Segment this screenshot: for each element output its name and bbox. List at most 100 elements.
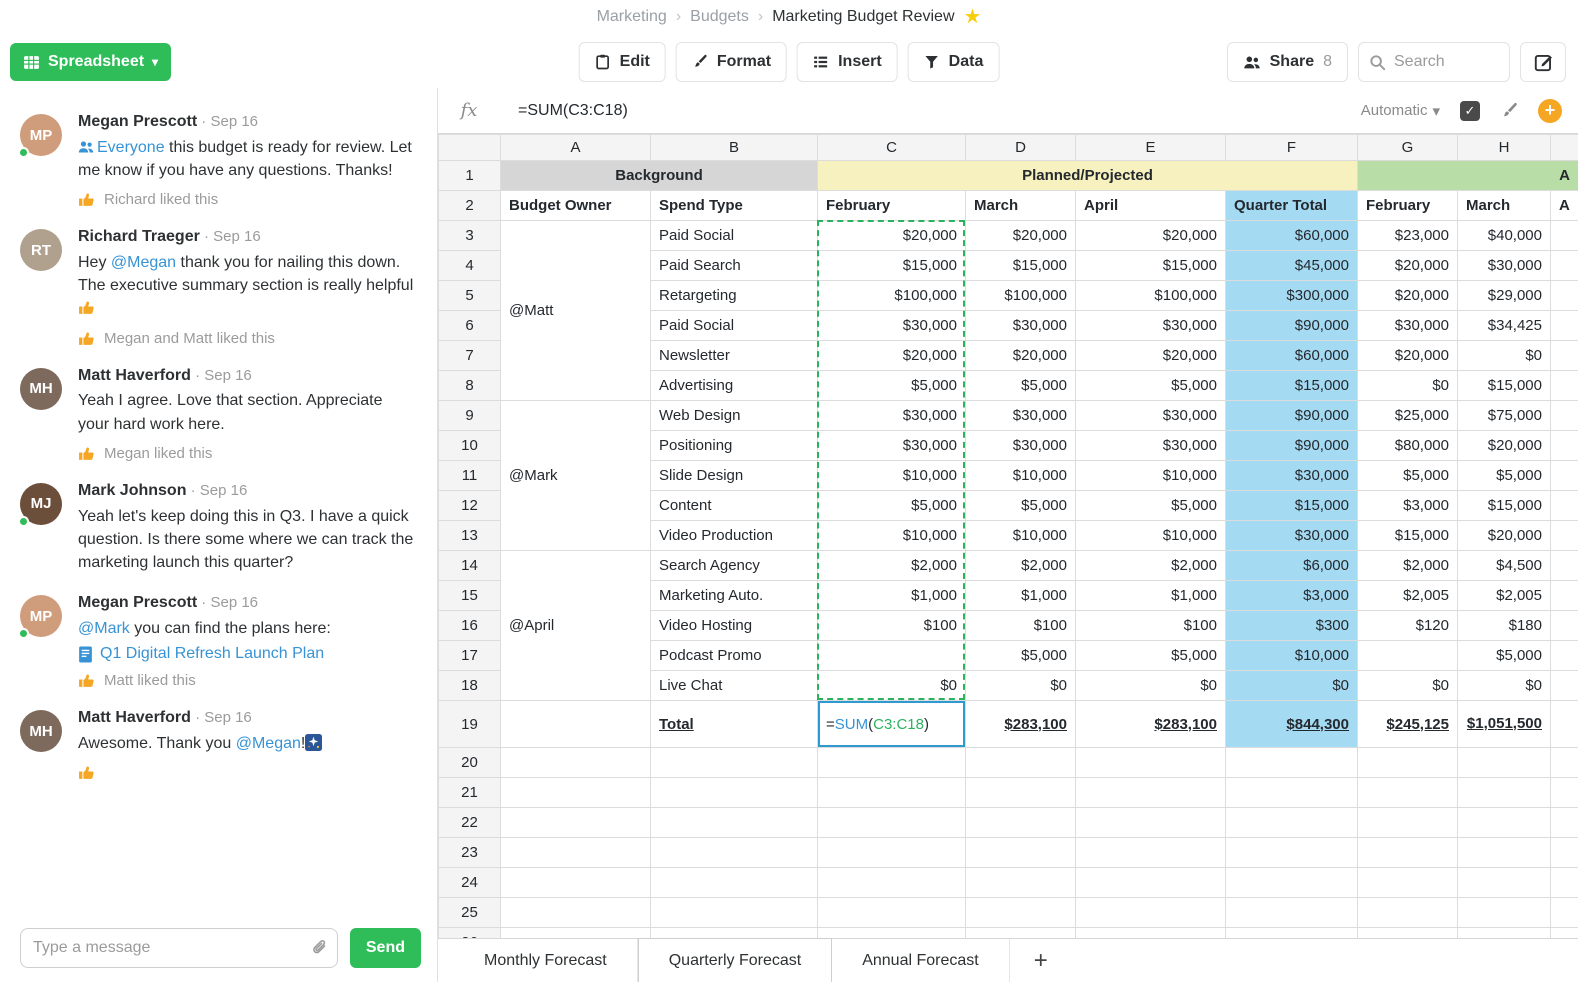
mention[interactable]: @Megan <box>236 735 301 752</box>
cell[interactable]: $120 <box>1358 611 1458 641</box>
cell[interactable]: $80,000 <box>1358 431 1458 461</box>
row-header[interactable]: 26 <box>439 928 501 939</box>
cell[interactable] <box>1551 748 1578 778</box>
cell[interactable]: $23,000 <box>1358 221 1458 251</box>
cell[interactable] <box>818 641 966 671</box>
owner-cell[interactable]: @Matt <box>501 221 651 401</box>
cell[interactable] <box>818 868 966 898</box>
cell[interactable] <box>1458 898 1551 928</box>
cell[interactable] <box>1551 431 1578 461</box>
cell[interactable] <box>1226 778 1358 808</box>
row-header[interactable]: 15 <box>439 581 501 611</box>
row-header[interactable]: 12 <box>439 491 501 521</box>
cell[interactable] <box>1226 898 1358 928</box>
cell[interactable]: $100 <box>818 611 966 641</box>
cell[interactable]: $30,000 <box>966 311 1076 341</box>
cell[interactable]: $100,000 <box>966 281 1076 311</box>
select-all-corner[interactable] <box>439 135 501 161</box>
cell[interactable]: $15,000 <box>1458 371 1551 401</box>
cell[interactable] <box>1551 928 1578 939</box>
spend-type-cell[interactable]: Live Chat <box>651 671 818 701</box>
cell[interactable]: $15,000 <box>818 251 966 281</box>
cell[interactable] <box>1551 611 1578 641</box>
cell[interactable]: $245,125 <box>1358 701 1458 748</box>
cell[interactable]: $5,000 <box>966 371 1076 401</box>
cell[interactable]: $1,000 <box>818 581 966 611</box>
formula-input[interactable]: =SUM(C3:C18) <box>500 102 1361 120</box>
cell[interactable] <box>1551 778 1578 808</box>
row-header[interactable]: 7 <box>439 341 501 371</box>
like-row[interactable]: Megan and Matt liked this <box>78 330 417 347</box>
row-header[interactable]: 22 <box>439 808 501 838</box>
cell[interactable]: $844,300 <box>1226 701 1358 748</box>
cell[interactable]: $5,000 <box>1458 461 1551 491</box>
header-cell[interactable]: Quarter Total <box>1226 191 1358 221</box>
row-header[interactable]: 1 <box>439 161 501 191</box>
spend-type-cell[interactable]: Paid Social <box>651 311 818 341</box>
cell[interactable]: $20,000 <box>1458 521 1551 551</box>
row-header[interactable]: 11 <box>439 461 501 491</box>
cell[interactable] <box>1076 928 1226 939</box>
paperclip-icon[interactable] <box>310 938 328 961</box>
cell[interactable]: $10,000 <box>818 461 966 491</box>
cell[interactable]: $5,000 <box>966 491 1076 521</box>
cell[interactable]: $0 <box>818 671 966 701</box>
row-header[interactable]: 17 <box>439 641 501 671</box>
cell[interactable] <box>501 748 651 778</box>
cell[interactable] <box>1551 551 1578 581</box>
star-icon[interactable]: ★ <box>964 7 982 27</box>
cell[interactable]: $15,000 <box>1458 491 1551 521</box>
plus-circle-icon[interactable]: + <box>1538 99 1562 123</box>
mention[interactable]: @Mark <box>78 620 130 637</box>
cell[interactable]: $0 <box>1076 671 1226 701</box>
column-header-G[interactable]: G <box>1358 135 1458 161</box>
cell[interactable]: $2,005 <box>1358 581 1458 611</box>
cell[interactable]: $5,000 <box>1076 491 1226 521</box>
cell[interactable]: $20,000 <box>1358 341 1458 371</box>
cell[interactable] <box>651 748 818 778</box>
cell[interactable] <box>1551 521 1578 551</box>
header-cell[interactable]: February <box>818 191 966 221</box>
row-header[interactable]: 14 <box>439 551 501 581</box>
sheet-tab-quarterly-forecast[interactable]: Quarterly Forecast <box>638 938 832 982</box>
header-cell[interactable]: February <box>1358 191 1458 221</box>
cell[interactable]: $4,500 <box>1458 551 1551 581</box>
cell[interactable]: $2,000 <box>966 551 1076 581</box>
spend-type-cell[interactable]: Content <box>651 491 818 521</box>
cell[interactable] <box>1551 641 1578 671</box>
cell[interactable] <box>651 898 818 928</box>
cell[interactable] <box>1551 371 1578 401</box>
spend-type-cell[interactable]: Advertising <box>651 371 818 401</box>
cell[interactable]: $10,000 <box>818 521 966 551</box>
cell[interactable]: $34,425 <box>1458 311 1551 341</box>
cell[interactable]: $30,000 <box>1076 311 1226 341</box>
cell[interactable]: $20,000 <box>1076 221 1226 251</box>
cell[interactable] <box>501 701 651 748</box>
cell[interactable]: $20,000 <box>1076 341 1226 371</box>
cell[interactable] <box>651 868 818 898</box>
row-header[interactable]: 3 <box>439 221 501 251</box>
cell[interactable] <box>1551 461 1578 491</box>
cell[interactable]: $10,000 <box>1226 641 1358 671</box>
column-header-C[interactable]: C <box>818 135 966 161</box>
cell[interactable] <box>1358 898 1458 928</box>
row-header[interactable]: 6 <box>439 311 501 341</box>
cell[interactable] <box>1551 491 1578 521</box>
cell[interactable] <box>1458 928 1551 939</box>
spend-type-cell[interactable]: Positioning <box>651 431 818 461</box>
cell[interactable]: $30,000 <box>818 401 966 431</box>
cell[interactable] <box>1458 838 1551 868</box>
band-planned[interactable]: Planned/Projected <box>818 161 1358 191</box>
cell[interactable]: $15,000 <box>1076 251 1226 281</box>
format-button[interactable]: Format <box>676 42 787 82</box>
cell[interactable] <box>1226 868 1358 898</box>
row-header[interactable]: 25 <box>439 898 501 928</box>
cell[interactable]: $100,000 <box>818 281 966 311</box>
cell[interactable]: $20,000 <box>966 221 1076 251</box>
cell[interactable]: $45,000 <box>1226 251 1358 281</box>
breadcrumb-folder-2[interactable]: Budgets <box>690 8 749 26</box>
send-button[interactable]: Send <box>350 928 421 968</box>
cell[interactable] <box>1458 808 1551 838</box>
cell[interactable]: $3,000 <box>1226 581 1358 611</box>
cell[interactable] <box>1551 311 1578 341</box>
